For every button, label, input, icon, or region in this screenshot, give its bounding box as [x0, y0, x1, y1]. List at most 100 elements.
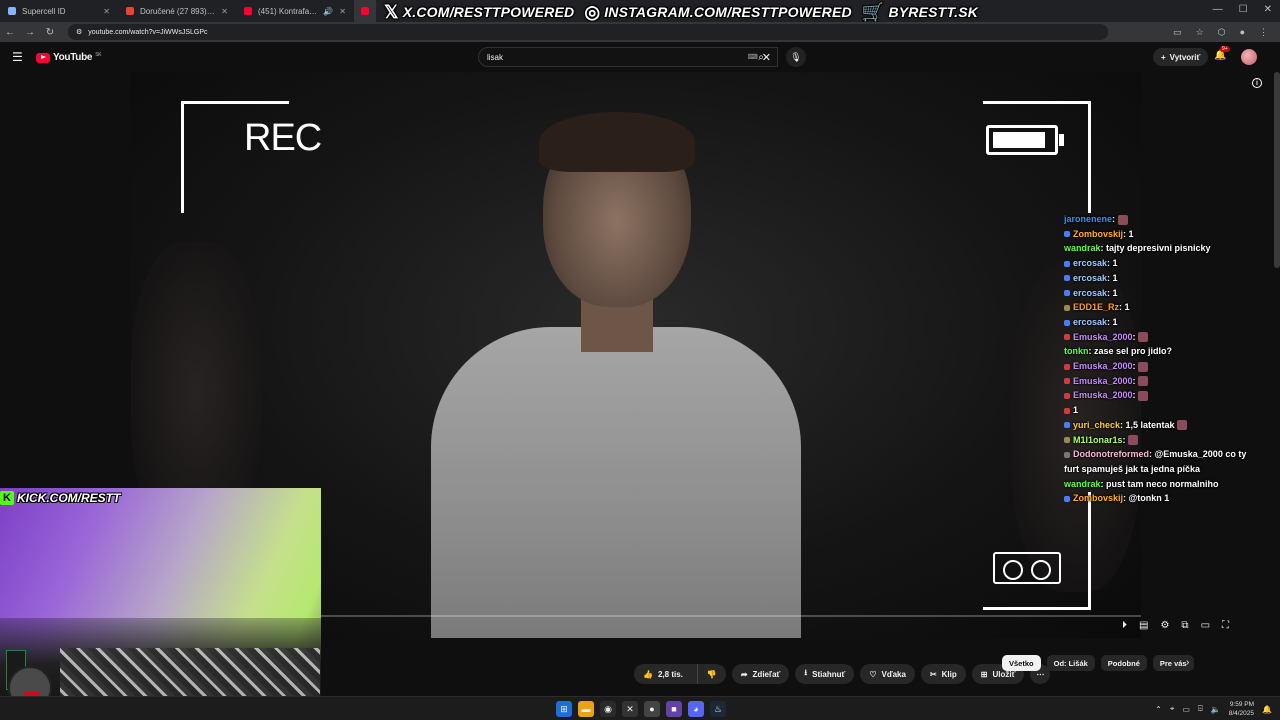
search-input[interactable]: lisak ⌨ ✕: [478, 47, 778, 67]
stream-social-overlay: 𝕏 X.COM/RESTTPOWERED ◎ INSTAGRAM.COM/RESTT…: [384, 1, 978, 23]
tray-chevron-up-icon[interactable]: ⌃: [1155, 705, 1162, 714]
close-tab-icon[interactable]: ✕: [339, 7, 346, 16]
twitch-icon[interactable]: ■: [666, 701, 682, 717]
theater-mode-icon[interactable]: ▭: [1201, 620, 1210, 631]
chat-badge-icon: [1064, 363, 1070, 370]
chat-username: Emuska_2000: [1073, 375, 1133, 386]
close-tab-icon[interactable]: ✕: [103, 7, 110, 16]
chat-badge-icon: [1064, 378, 1070, 385]
bookmark-star-icon[interactable]: ☆: [1196, 27, 1204, 38]
chat-text: zase sel pro jidlo?: [1094, 346, 1173, 357]
dislike-button[interactable]: 👎: [696, 664, 726, 684]
close-window-icon[interactable]: ✕: [1264, 4, 1272, 15]
like-button[interactable]: 👍 2,8 tis.: [634, 664, 692, 684]
browser-tab-active[interactable]: (4: [354, 0, 376, 22]
taskbar-clock[interactable]: 9:59 PM 8/4/2025: [1229, 700, 1254, 718]
share-button[interactable]: ➦ Zdieľať: [731, 664, 790, 684]
chat-username: jaronenene: [1064, 214, 1113, 224]
chat-message: Emuska_2000:: [1064, 374, 1280, 389]
search-button[interactable]: ⌕: [746, 47, 776, 67]
youtube-icon: [361, 7, 369, 15]
chat-username: EDD1E_Rz: [1073, 302, 1120, 313]
browser-tab[interactable]: Doručené (27 893) - resttpowe✕: [118, 0, 236, 22]
youtube-logo[interactable]: YouTube SK: [36, 52, 102, 63]
hamburger-menu-icon[interactable]: ☰: [12, 50, 23, 64]
address-bar[interactable]: ⚙ youtube.com/watch?v=JiWWsJSLGPc: [68, 24, 1108, 40]
extensions-icon[interactable]: ⬡: [1218, 27, 1226, 38]
download-button[interactable]: ⭳ Stiahnuť: [795, 664, 855, 684]
volume-icon[interactable]: 🔈: [1211, 705, 1221, 714]
display-icon[interactable]: ▭: [1182, 705, 1190, 714]
minimize-icon[interactable]: —: [1213, 4, 1223, 15]
chat-message: M1l1onar1s:: [1064, 433, 1280, 448]
social-shop: 🛒 BYRESTT.SK: [861, 1, 979, 22]
chat-badge-icon: [1064, 260, 1070, 267]
avatar[interactable]: [1241, 49, 1257, 65]
windows-start-icon[interactable]: ⊞: [556, 701, 572, 717]
forward-icon[interactable]: →: [20, 27, 40, 38]
reload-icon[interactable]: ↻: [40, 27, 60, 38]
chat-text: 1,5 latentak: [1125, 419, 1175, 430]
chat-message: tonkn: zase sel pro jidlo?: [1064, 346, 1173, 357]
site-info-icon[interactable]: ⚙: [76, 28, 82, 36]
miniplayer-icon[interactable]: ⧉: [1181, 620, 1188, 631]
chrome-icon[interactable]: ◉: [600, 701, 616, 717]
chat-badge-icon: [1064, 495, 1070, 502]
chat-emote-icon: [1138, 376, 1149, 387]
video-subject: [431, 112, 831, 638]
mute-tab-icon[interactable]: 🔊: [323, 7, 333, 16]
discord-icon[interactable]: ◕: [688, 701, 704, 717]
address-bar-row: ← → ↻ ⚙ youtube.com/watch?v=JiWWsJSLGPc ▭…: [0, 22, 1280, 42]
chip-from-channel[interactable]: Od: Lišák: [1046, 655, 1095, 671]
profile-icon[interactable]: ●: [1240, 27, 1245, 38]
voice-search-button[interactable]: 🎙: [786, 47, 806, 67]
download-icon: ⭳: [804, 668, 808, 677]
url-text: youtube.com/watch?v=JiWWsJSLGPc: [88, 28, 208, 36]
chat-message: Emuska_2000:: [1064, 388, 1280, 403]
notifications-tray-icon[interactable]: 🔔: [1262, 705, 1272, 714]
chat-username: Dodonotreformed: [1073, 449, 1149, 460]
supercell-icon: [8, 7, 16, 15]
share-icon: ➦: [740, 669, 748, 679]
clip-button[interactable]: ✂ Klip: [920, 664, 966, 684]
player-controls: ⏵ ▤ ⚙ ⧉ ▭ ⛶: [1122, 620, 1229, 631]
location-icon[interactable]: ⌖: [1170, 704, 1175, 714]
fullscreen-icon[interactable]: ⛶: [1222, 620, 1229, 631]
chat-badge-icon: [1064, 304, 1070, 311]
file-explorer-icon[interactable]: ▬: [578, 701, 594, 717]
maximize-icon[interactable]: ☐: [1239, 4, 1248, 15]
back-icon[interactable]: ←: [0, 27, 20, 38]
scissors-icon: ✂: [929, 669, 937, 679]
chip-related[interactable]: Podobné: [1100, 655, 1147, 671]
create-button[interactable]: + Vytvoriť: [1153, 48, 1209, 66]
app-icon[interactable]: ✕: [622, 701, 638, 717]
windows-taskbar: ⊞ ▬ ◉ ✕ ● ■ ◕ ♨ ⌃ ⌖ ▭ ⌹ 🔈 9:59 PM 8/4/202…: [0, 696, 1280, 720]
cast-icon[interactable]: ▭: [1173, 27, 1182, 38]
info-icon[interactable]: i: [1252, 78, 1262, 88]
autoplay-toggle-icon[interactable]: ⏵: [1122, 620, 1127, 631]
browser-tab[interactable]: (451) Kontrafakt - #SSMD (🔊✕: [236, 0, 354, 22]
viewfinder-corner: [983, 101, 1091, 213]
chevron-right-icon[interactable]: ›: [1186, 657, 1189, 668]
close-tab-icon[interactable]: ✕: [221, 7, 228, 16]
thanks-button[interactable]: ♡ Vďaka: [860, 664, 915, 684]
subtitles-icon[interactable]: ▤: [1139, 620, 1148, 631]
obs-icon[interactable]: ●: [644, 701, 660, 717]
browser-menu-icon[interactable]: ⋮: [1259, 27, 1268, 38]
microphone-icon: 🎙: [790, 51, 802, 62]
steam-icon[interactable]: ♨: [710, 701, 726, 717]
settings-gear-icon[interactable]: ⚙: [1160, 620, 1169, 631]
chat-username: Emuska_2000: [1073, 331, 1133, 342]
search-icon: ⌕: [758, 51, 764, 63]
browser-tab[interactable]: Supercell ID ✕: [0, 0, 118, 22]
chat-message: ercosak: 1: [1064, 315, 1280, 330]
chat-username: ercosak: [1073, 272, 1108, 283]
chip-all[interactable]: Všetko: [1002, 655, 1041, 671]
browser-toolbar: ▭ ☆ ⬡ ● ⋮: [1173, 27, 1280, 38]
notifications-button[interactable]: 🔔 9+: [1214, 46, 1230, 61]
chat-message: Emuska_2000:: [1064, 359, 1280, 374]
network-icon[interactable]: ⌹: [1198, 704, 1203, 714]
chat-message: Dodonotreformed: @Emuska_2000 co ty: [1064, 447, 1280, 462]
video-progress-bar[interactable]: [321, 615, 1141, 617]
chat-badge-icon: [1064, 437, 1070, 444]
